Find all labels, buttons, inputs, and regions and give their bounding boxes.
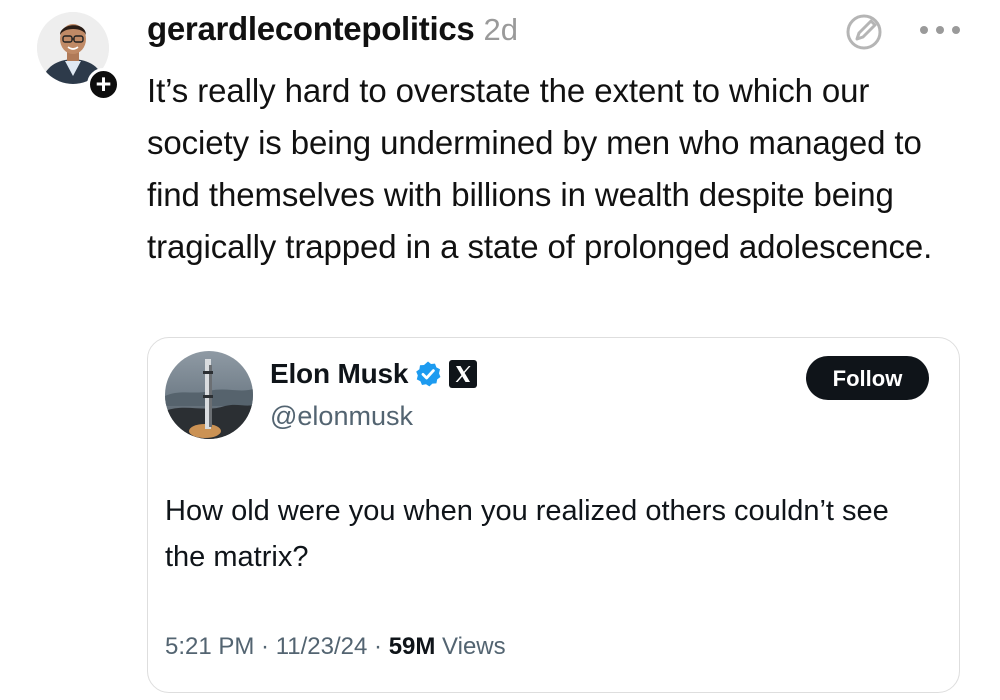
views-label: Views bbox=[442, 633, 506, 660]
verified-badge-icon bbox=[416, 361, 441, 387]
meta-separator: · bbox=[254, 633, 276, 660]
x-logo-icon bbox=[449, 360, 478, 388]
quoted-author-handle[interactable]: @elonmusk bbox=[270, 401, 413, 432]
views-count: 59M bbox=[388, 633, 436, 660]
quoted-author-name[interactable]: Elon Musk bbox=[270, 358, 408, 390]
follow-author-plus-icon[interactable]: + bbox=[87, 68, 120, 101]
quoted-tweet-meta: 5:21 PM · 11/23/24 · 59M Views bbox=[165, 633, 506, 661]
more-icon[interactable] bbox=[918, 20, 962, 40]
rocket-launch-avatar-icon bbox=[165, 351, 253, 439]
quoted-author-avatar[interactable] bbox=[165, 351, 253, 439]
quoted-tweet-text: How old were you when you realized other… bbox=[165, 495, 889, 573]
meta-separator: · bbox=[367, 633, 389, 660]
follow-button[interactable]: Follow bbox=[806, 356, 929, 400]
tweet-time[interactable]: 5:21 PM bbox=[165, 633, 254, 660]
edit-icon[interactable] bbox=[844, 12, 884, 52]
post-timestamp: 2d bbox=[483, 12, 518, 47]
quoted-author-name-row: Elon Musk bbox=[270, 358, 478, 390]
author-username[interactable]: gerardlecontepolitics bbox=[147, 10, 475, 48]
tweet-date[interactable]: 11/23/24 bbox=[276, 633, 368, 660]
post-body-text: It’s really hard to overstate the extent… bbox=[147, 72, 933, 265]
post-header: gerardlecontepolitics 2d bbox=[147, 10, 518, 54]
quoted-tweet-card[interactable]: Elon Musk @elonmusk Follow How old were … bbox=[147, 337, 960, 693]
